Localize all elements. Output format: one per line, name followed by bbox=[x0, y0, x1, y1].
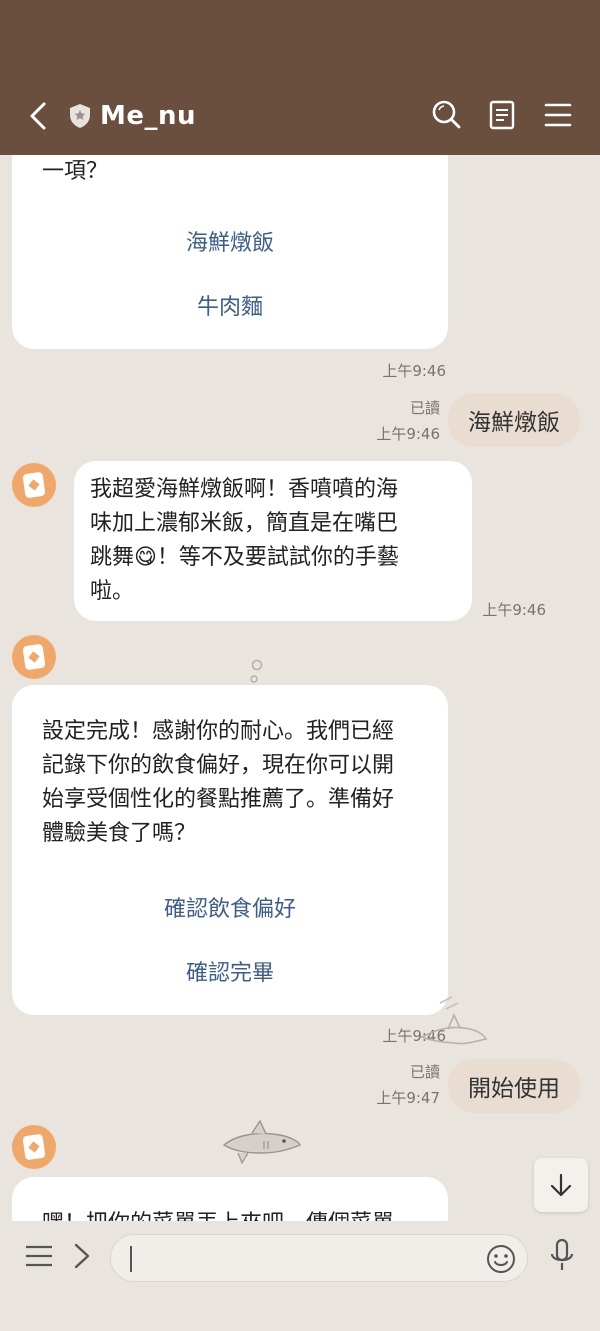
chevron-right-icon[interactable] bbox=[68, 1241, 94, 1275]
message-time: 上午9:47 bbox=[376, 1089, 440, 1107]
message-composer bbox=[0, 1221, 600, 1331]
message-text-field[interactable] bbox=[127, 1243, 477, 1273]
card-text: 一項？ bbox=[42, 159, 109, 184]
read-status: 已讀 bbox=[409, 399, 440, 417]
thought-bubble-icon bbox=[250, 659, 263, 683]
hamburger-menu-icon[interactable] bbox=[542, 96, 576, 134]
message-line: 味加上濃郁米飯，簡直是在嘴巴 bbox=[90, 511, 399, 536]
message-input[interactable] bbox=[110, 1234, 528, 1282]
message-line: 始享受個性化的餐點推薦了。準備好 bbox=[42, 787, 395, 812]
scroll-to-bottom-button[interactable] bbox=[534, 1158, 588, 1212]
message-line: 設定完成！感謝你的耐心。我們已經 bbox=[42, 719, 395, 744]
message-line: 記錄下你的飲食偏好，現在你可以開 bbox=[42, 753, 395, 778]
message-time: 上午9:46 bbox=[382, 362, 446, 380]
chat-area[interactable]: 一項？ 海鮮燉飯 牛肉麵 上午9:46 已讀 上午9:46 海鮮燉飯 我超愛海鮮… bbox=[0, 155, 600, 1221]
bot-avatar[interactable] bbox=[12, 1125, 56, 1169]
shark-doodle-icon bbox=[222, 1119, 301, 1165]
bot-card-message: 一項？ 海鮮燉飯 牛肉麵 bbox=[12, 155, 448, 349]
card-text: 嘿！把你的菜單丟上來吧，傳個菜單 bbox=[42, 1207, 394, 1221]
confirm-diet-preference-button[interactable]: 確認飲食偏好 bbox=[12, 891, 448, 923]
user-message-bubble[interactable]: 開始使用 bbox=[448, 1059, 580, 1113]
message-line: 體驗美食了嗎？ bbox=[42, 821, 197, 846]
microphone-icon[interactable] bbox=[548, 1237, 576, 1279]
message-line: 啦。 bbox=[90, 579, 135, 604]
message-time: 上午9:46 bbox=[482, 601, 546, 619]
bot-card-message: 設定完成！感謝你的耐心。我們已經 記錄下你的飲食偏好，現在你可以開 始享受個性化… bbox=[12, 685, 448, 1015]
message-line: 跳舞😋！等不及要試試你的手藝 bbox=[90, 545, 399, 570]
message-time: 上午9:46 bbox=[376, 425, 440, 443]
search-icon[interactable] bbox=[430, 96, 464, 134]
bot-avatar[interactable] bbox=[12, 463, 56, 507]
emoji-icon[interactable] bbox=[485, 1243, 517, 1275]
chat-title: Me_nu bbox=[100, 101, 197, 131]
option-button-beef-noodles[interactable]: 牛肉麵 bbox=[12, 289, 448, 321]
shark-doodle-icon bbox=[420, 996, 488, 1045]
option-button-seafood-risotto[interactable]: 海鮮燉飯 bbox=[12, 225, 448, 257]
confirm-complete-button[interactable]: 確認完畢 bbox=[12, 955, 448, 987]
read-status: 已讀 bbox=[409, 1063, 440, 1081]
chevron-left-icon[interactable] bbox=[24, 96, 54, 136]
message-line: 我超愛海鮮燉飯啊！香噴噴的海 bbox=[90, 477, 399, 502]
bot-card-message: 嘿！把你的菜單丟上來吧，傳個菜單 bbox=[12, 1177, 448, 1221]
arrow-down-icon bbox=[550, 1173, 572, 1197]
user-message-bubble[interactable]: 海鮮燉飯 bbox=[448, 393, 580, 447]
bot-avatar[interactable] bbox=[12, 635, 56, 679]
chat-title-area[interactable]: Me_nu bbox=[68, 98, 196, 134]
chat-header: Me_nu bbox=[0, 0, 600, 155]
notes-icon[interactable] bbox=[486, 96, 520, 134]
card-text: 設定完成！感謝你的耐心。我們已經 記錄下你的飲食偏好，現在你可以開 始享受個性化… bbox=[42, 715, 394, 851]
more-menu-icon[interactable] bbox=[24, 1241, 54, 1275]
shield-icon bbox=[70, 104, 90, 128]
bot-message-bubble: 我超愛海鮮燉飯啊！香噴噴的海 味加上濃郁米飯，簡直是在嘴巴 跳舞😋！等不及要試試… bbox=[74, 461, 472, 621]
